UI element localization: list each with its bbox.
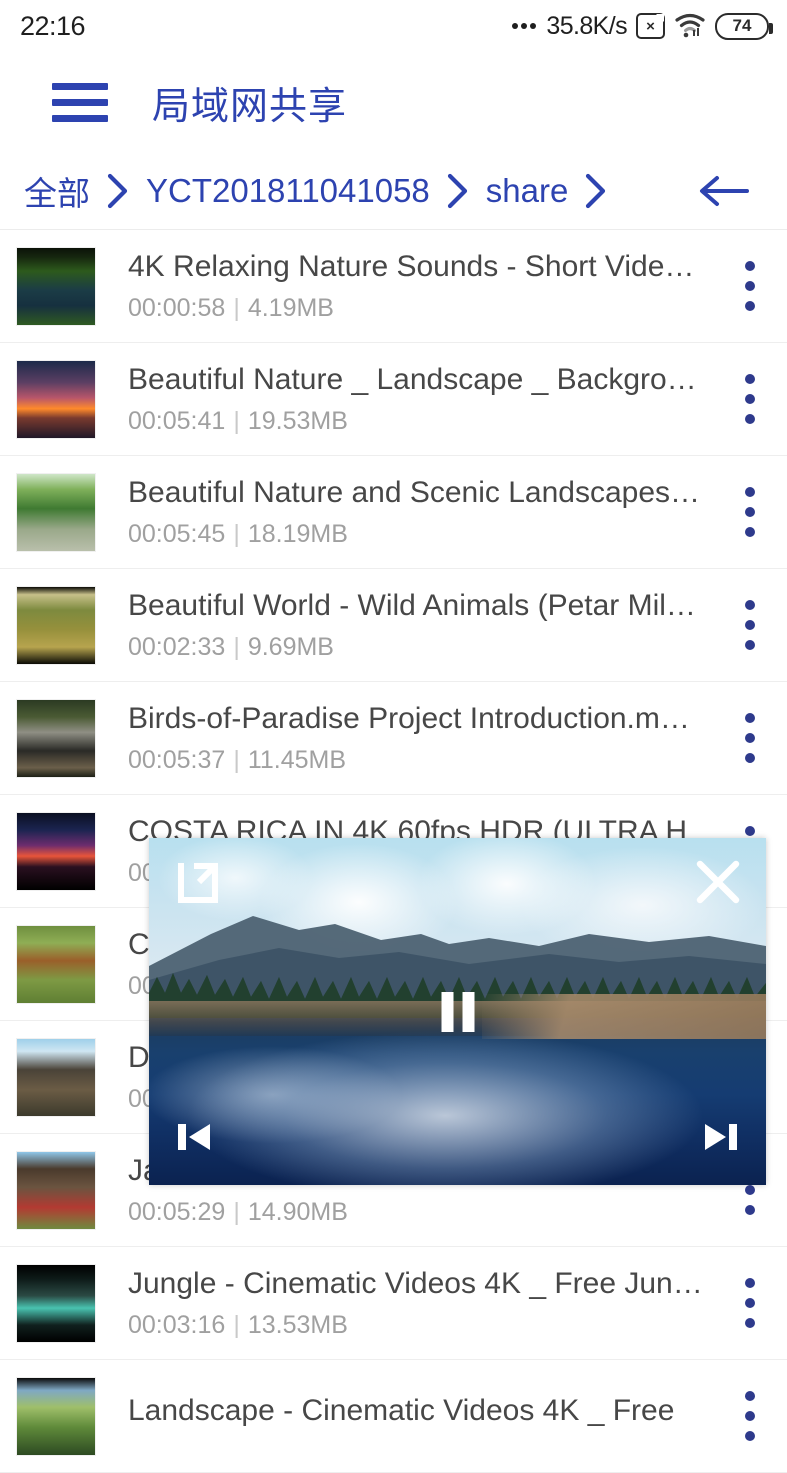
file-title: Jungle - Cinematic Videos 4K _ Free Jun… <box>128 1266 717 1301</box>
arrow-left-icon <box>695 171 755 211</box>
more-vertical-icon[interactable] <box>727 487 773 537</box>
meta-separator: | <box>225 633 248 661</box>
file-info: Landscape - Cinematic Videos 4K _ Free <box>96 1393 727 1438</box>
table-row[interactable]: Jungle - Cinematic Videos 4K _ Free Jun…… <box>0 1247 787 1360</box>
status-bar-clock: 22:16 <box>20 11 85 42</box>
file-duration: 00:02:33 <box>128 633 225 661</box>
file-meta: 00:05:29|14.90MB <box>128 1198 717 1227</box>
back-button[interactable] <box>695 171 765 211</box>
video-thumbnail <box>16 1264 96 1343</box>
file-size: 13.53MB <box>248 1311 348 1339</box>
file-meta: 00:05:45|18.19MB <box>128 520 717 549</box>
skip-previous-button[interactable] <box>173 1116 215 1163</box>
file-info: Birds-of-Paradise Project Introduction.m… <box>96 701 727 775</box>
video-thumbnail <box>16 247 96 326</box>
more-vertical-icon[interactable] <box>727 1391 773 1441</box>
chevron-right-icon <box>90 171 146 211</box>
file-size: 11.45MB <box>248 746 346 774</box>
file-duration: 00:03:16 <box>128 1311 225 1339</box>
video-thumbnail <box>16 812 96 891</box>
table-row[interactable]: Beautiful Nature _ Landscape _ Backgro… 0… <box>0 343 787 456</box>
file-title: Beautiful Nature _ Landscape _ Backgro… <box>128 362 717 397</box>
more-vertical-icon[interactable] <box>727 1278 773 1328</box>
status-bar-indicators: 35.8K/s × 74 <box>512 12 769 41</box>
table-row[interactable]: 4K Relaxing Nature Sounds - Short Vide… 0… <box>0 230 787 343</box>
file-info: Beautiful Nature _ Landscape _ Backgro… 0… <box>96 362 727 436</box>
file-info: Beautiful World - Wild Animals (Petar Mi… <box>96 588 727 662</box>
file-size: 14.90MB <box>248 1198 348 1226</box>
table-row[interactable]: Birds-of-Paradise Project Introduction.m… <box>0 682 787 795</box>
file-title: Beautiful World - Wild Animals (Petar Mi… <box>128 588 717 623</box>
file-title: Landscape - Cinematic Videos 4K _ Free <box>128 1393 717 1428</box>
file-meta: 00:02:33|9.69MB <box>128 633 717 662</box>
video-thumbnail <box>16 925 96 1004</box>
video-thumbnail <box>16 1377 96 1456</box>
video-thumbnail <box>16 473 96 552</box>
expand-fullscreen-icon[interactable] <box>175 860 221 906</box>
page-title: 局域网共享 <box>152 75 347 130</box>
video-thumbnail <box>16 1038 96 1117</box>
file-info: Beautiful Nature and Scenic Landscapes… 0… <box>96 475 727 549</box>
file-title: Beautiful Nature and Scenic Landscapes… <box>128 475 717 510</box>
more-vertical-icon[interactable] <box>727 261 773 311</box>
file-meta: 00:03:16|13.53MB <box>128 1311 717 1340</box>
pause-button[interactable] <box>441 992 474 1032</box>
meta-separator: | <box>225 746 248 774</box>
sim-off-icon: × <box>636 13 665 39</box>
breadcrumb-item-device[interactable]: YCT201811041058 <box>146 172 430 210</box>
file-size: 18.19MB <box>248 520 348 548</box>
file-duration: 00:05:45 <box>128 520 225 548</box>
file-info: 4K Relaxing Nature Sounds - Short Vide… 0… <box>96 249 727 323</box>
video-thumbnail <box>16 360 96 439</box>
more-vertical-icon[interactable] <box>727 600 773 650</box>
table-row[interactable]: Beautiful Nature and Scenic Landscapes… 0… <box>0 456 787 569</box>
file-duration: 00:05:37 <box>128 746 225 774</box>
file-size: 4.19MB <box>248 294 334 322</box>
video-shore-right <box>482 994 766 1039</box>
status-bar: 22:16 35.8K/s × 74 <box>0 0 787 52</box>
more-vertical-icon[interactable] <box>727 713 773 763</box>
meta-separator: | <box>225 407 248 435</box>
meta-separator: | <box>225 520 248 548</box>
breadcrumb: 全部 YCT201811041058 share <box>0 152 787 230</box>
file-meta: 00:00:58|4.19MB <box>128 294 717 323</box>
table-row[interactable]: Beautiful World - Wild Animals (Petar Mi… <box>0 569 787 682</box>
breadcrumb-item-share[interactable]: share <box>486 172 569 210</box>
file-meta: 00:05:41|19.53MB <box>128 407 717 436</box>
file-duration: 00:00:58 <box>128 294 225 322</box>
file-title: Birds-of-Paradise Project Introduction.m… <box>128 701 717 736</box>
file-size: 19.53MB <box>248 407 348 435</box>
table-row[interactable]: Landscape - Cinematic Videos 4K _ Free <box>0 1360 787 1473</box>
chevron-right-icon <box>430 171 486 211</box>
network-activity-dots-icon <box>512 23 536 29</box>
meta-separator: | <box>225 1198 248 1226</box>
floating-video-player[interactable] <box>149 838 766 1185</box>
meta-separator: | <box>225 1311 248 1339</box>
more-vertical-icon[interactable] <box>727 374 773 424</box>
file-meta: 00:05:37|11.45MB <box>128 746 717 775</box>
file-size: 9.69MB <box>248 633 334 661</box>
video-thumbnail <box>16 586 96 665</box>
video-thumbnail <box>16 699 96 778</box>
file-title: 4K Relaxing Nature Sounds - Short Vide… <box>128 249 717 284</box>
breadcrumb-item-all[interactable]: 全部 <box>24 167 90 215</box>
file-info: Jungle - Cinematic Videos 4K _ Free Jun…… <box>96 1266 727 1340</box>
network-speed-label: 35.8K/s <box>546 12 627 41</box>
skip-next-button[interactable] <box>700 1116 742 1163</box>
chevron-right-icon <box>568 171 624 211</box>
close-x-icon[interactable] <box>692 856 744 908</box>
app-bar: 局域网共享 <box>0 52 787 152</box>
meta-separator: | <box>225 294 248 322</box>
file-duration: 00:05:41 <box>128 407 225 435</box>
battery-indicator: 74 <box>715 13 769 40</box>
video-thumbnail <box>16 1151 96 1230</box>
wifi-icon <box>674 13 706 39</box>
file-duration: 00:05:29 <box>128 1198 225 1226</box>
hamburger-menu-icon[interactable] <box>52 83 108 122</box>
